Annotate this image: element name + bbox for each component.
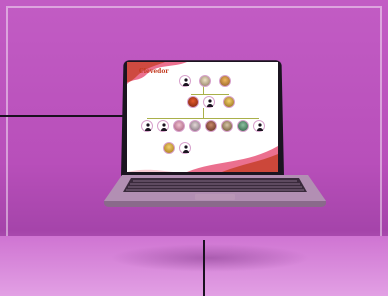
family-node-photo[interactable] bbox=[199, 75, 211, 87]
family-node-photo[interactable] bbox=[205, 120, 217, 132]
tree-connector bbox=[203, 86, 204, 94]
tree-connector bbox=[203, 108, 204, 118]
person-icon bbox=[161, 123, 167, 131]
family-node-person[interactable] bbox=[141, 120, 153, 132]
laptop-trackpad bbox=[195, 194, 235, 200]
person-icon bbox=[207, 99, 213, 107]
person-icon bbox=[183, 78, 189, 86]
laptop-shadow bbox=[110, 244, 310, 272]
family-node-photo[interactable] bbox=[237, 120, 249, 132]
scene: Clevedor bbox=[0, 0, 388, 296]
family-node-photo[interactable] bbox=[221, 120, 233, 132]
family-node-person[interactable] bbox=[179, 75, 191, 87]
app-title: Clevedor bbox=[139, 68, 169, 75]
family-node-person[interactable] bbox=[203, 96, 215, 108]
family-node-photo[interactable] bbox=[219, 75, 231, 87]
family-node-photo[interactable] bbox=[189, 120, 201, 132]
person-icon bbox=[145, 123, 151, 131]
person-icon bbox=[257, 123, 263, 131]
family-node-photo[interactable] bbox=[187, 96, 199, 108]
laptop-screen: Clevedor bbox=[127, 62, 278, 172]
tree-connector bbox=[191, 94, 229, 95]
callout-left-line bbox=[0, 115, 132, 117]
tree-connector bbox=[147, 118, 259, 119]
family-node-person[interactable] bbox=[253, 120, 265, 132]
bottom-wave-decoration bbox=[127, 146, 278, 172]
family-node-photo[interactable] bbox=[173, 120, 185, 132]
callout-bottom-line bbox=[203, 240, 205, 296]
family-node-person[interactable] bbox=[157, 120, 169, 132]
family-node-photo[interactable] bbox=[223, 96, 235, 108]
